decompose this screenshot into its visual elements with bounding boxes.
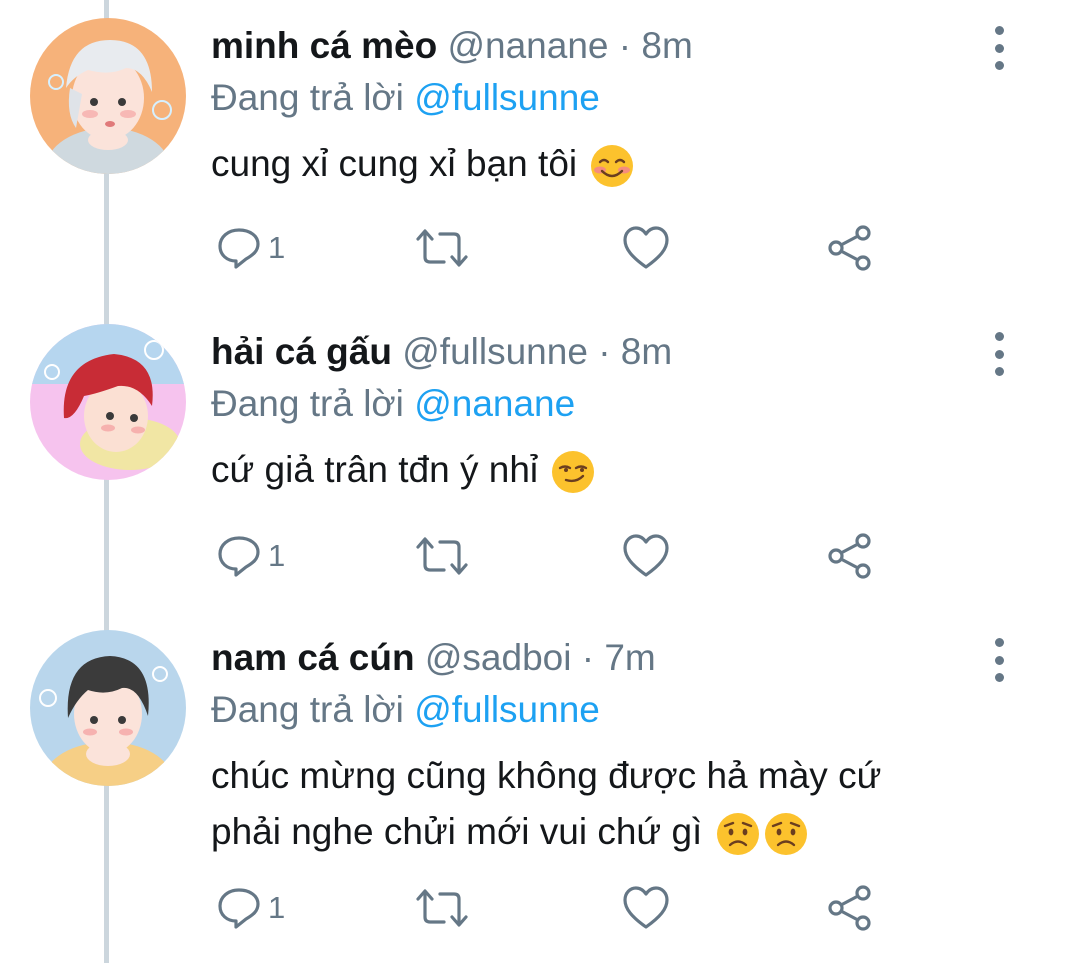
tweet-text-content: cung xỉ cung xỉ bạn tôi (211, 143, 578, 184)
reply-prefix: Đang trả lời (211, 77, 404, 118)
tweet-header: minh cá mèo @nanane · 8m (211, 22, 693, 70)
like-button[interactable] (622, 218, 670, 278)
display-name[interactable]: minh cá mèo (211, 25, 437, 66)
separator-dot: · (581, 637, 595, 678)
reply-button[interactable]: 1 (216, 878, 285, 938)
worried-emoji-icon (716, 813, 759, 856)
separator-dot: · (598, 331, 611, 372)
reply-context: Đang trả lời @fullsunne (211, 74, 600, 122)
smiling-blush-emoji-icon (591, 145, 634, 188)
reply-bubble-icon (218, 228, 260, 269)
reply-prefix: Đang trả lời (211, 383, 404, 424)
avatar[interactable] (30, 324, 186, 480)
user-handle[interactable]: @nanane (447, 25, 608, 66)
reply-count: 1 (268, 538, 286, 573)
like-button[interactable] (622, 878, 670, 938)
tweet-text: chúc mừng cũng không được hả mày cứ phải… (211, 748, 1011, 860)
tweet-text: cung xỉ cung xỉ bạn tôi (211, 136, 1011, 192)
reply-mention-link[interactable]: @fullsunne (414, 689, 600, 730)
display-name[interactable]: hải cá gấu (211, 331, 392, 372)
user-handle[interactable]: @fullsunne (402, 331, 588, 372)
reply-count: 1 (268, 890, 286, 925)
timestamp[interactable]: 8m (621, 331, 672, 372)
smirk-emoji-icon (552, 451, 595, 494)
reply-mention-link[interactable]: @fullsunne (414, 77, 600, 118)
retweet-icon (416, 537, 468, 575)
tweet[interactable]: hải cá gấu @fullsunne · 8m Đang trả lời … (0, 306, 1080, 612)
heart-icon (623, 886, 669, 929)
tweet-text-content: cứ giả trân tđn ý nhỉ (211, 449, 539, 490)
share-button[interactable] (826, 526, 874, 586)
reply-mention-link[interactable]: @nanane (414, 383, 575, 424)
tweet-header: hải cá gấu @fullsunne · 8m (211, 328, 672, 376)
reply-bubble-icon (218, 536, 260, 577)
reply-button[interactable]: 1 (216, 218, 285, 278)
retweet-icon (416, 229, 468, 267)
reply-context: Đang trả lời @fullsunne (211, 686, 600, 734)
reply-bubble-icon (218, 888, 260, 929)
share-icon (828, 533, 871, 579)
retweet-button[interactable] (414, 218, 470, 278)
reply-count: 1 (268, 230, 286, 265)
retweet-icon (416, 889, 468, 927)
more-vertical-icon[interactable] (986, 26, 1012, 70)
user-handle[interactable]: @sadboi (425, 637, 572, 678)
tweet-text-line: chúc mừng cũng không được hả mày cứ (211, 755, 882, 796)
tweet-actions: 1 (0, 878, 1080, 938)
like-button[interactable] (622, 526, 670, 586)
share-icon (828, 225, 871, 271)
tweet[interactable]: minh cá mèo @nanane · 8m Đang trả lời @f… (0, 0, 1080, 306)
reply-prefix: Đang trả lời (211, 689, 404, 730)
more-vertical-icon[interactable] (986, 638, 1012, 682)
tweet-text-line-2: phải nghe chửi mới vui chứ gì (211, 804, 1011, 860)
timestamp[interactable]: 8m (641, 25, 692, 66)
display-name[interactable]: nam cá cún (211, 637, 415, 678)
heart-icon (623, 226, 669, 269)
timestamp[interactable]: 7m (604, 637, 655, 678)
tweet-text-content: phải nghe chửi mới vui chứ gì (211, 811, 703, 852)
tweet-actions: 1 (0, 218, 1080, 278)
avatar[interactable] (30, 630, 186, 786)
more-vertical-icon[interactable] (986, 332, 1012, 376)
share-icon (828, 885, 871, 931)
retweet-button[interactable] (414, 526, 470, 586)
avatar[interactable] (30, 18, 186, 174)
tweet-actions: 1 (0, 526, 1080, 586)
reply-context: Đang trả lời @nanane (211, 380, 575, 428)
tweet[interactable]: nam cá cún @sadboi · 7m Đang trả lời @fu… (0, 612, 1080, 963)
share-button[interactable] (826, 218, 874, 278)
heart-icon (623, 534, 669, 577)
retweet-button[interactable] (414, 878, 470, 938)
tweet-text: cứ giả trân tđn ý nhỉ (211, 442, 1011, 498)
worried-emoji-icon (764, 813, 807, 856)
separator-dot: · (618, 25, 632, 66)
tweet-header: nam cá cún @sadboi · 7m (211, 634, 656, 682)
reply-button[interactable]: 1 (216, 526, 285, 586)
share-button[interactable] (826, 878, 874, 938)
